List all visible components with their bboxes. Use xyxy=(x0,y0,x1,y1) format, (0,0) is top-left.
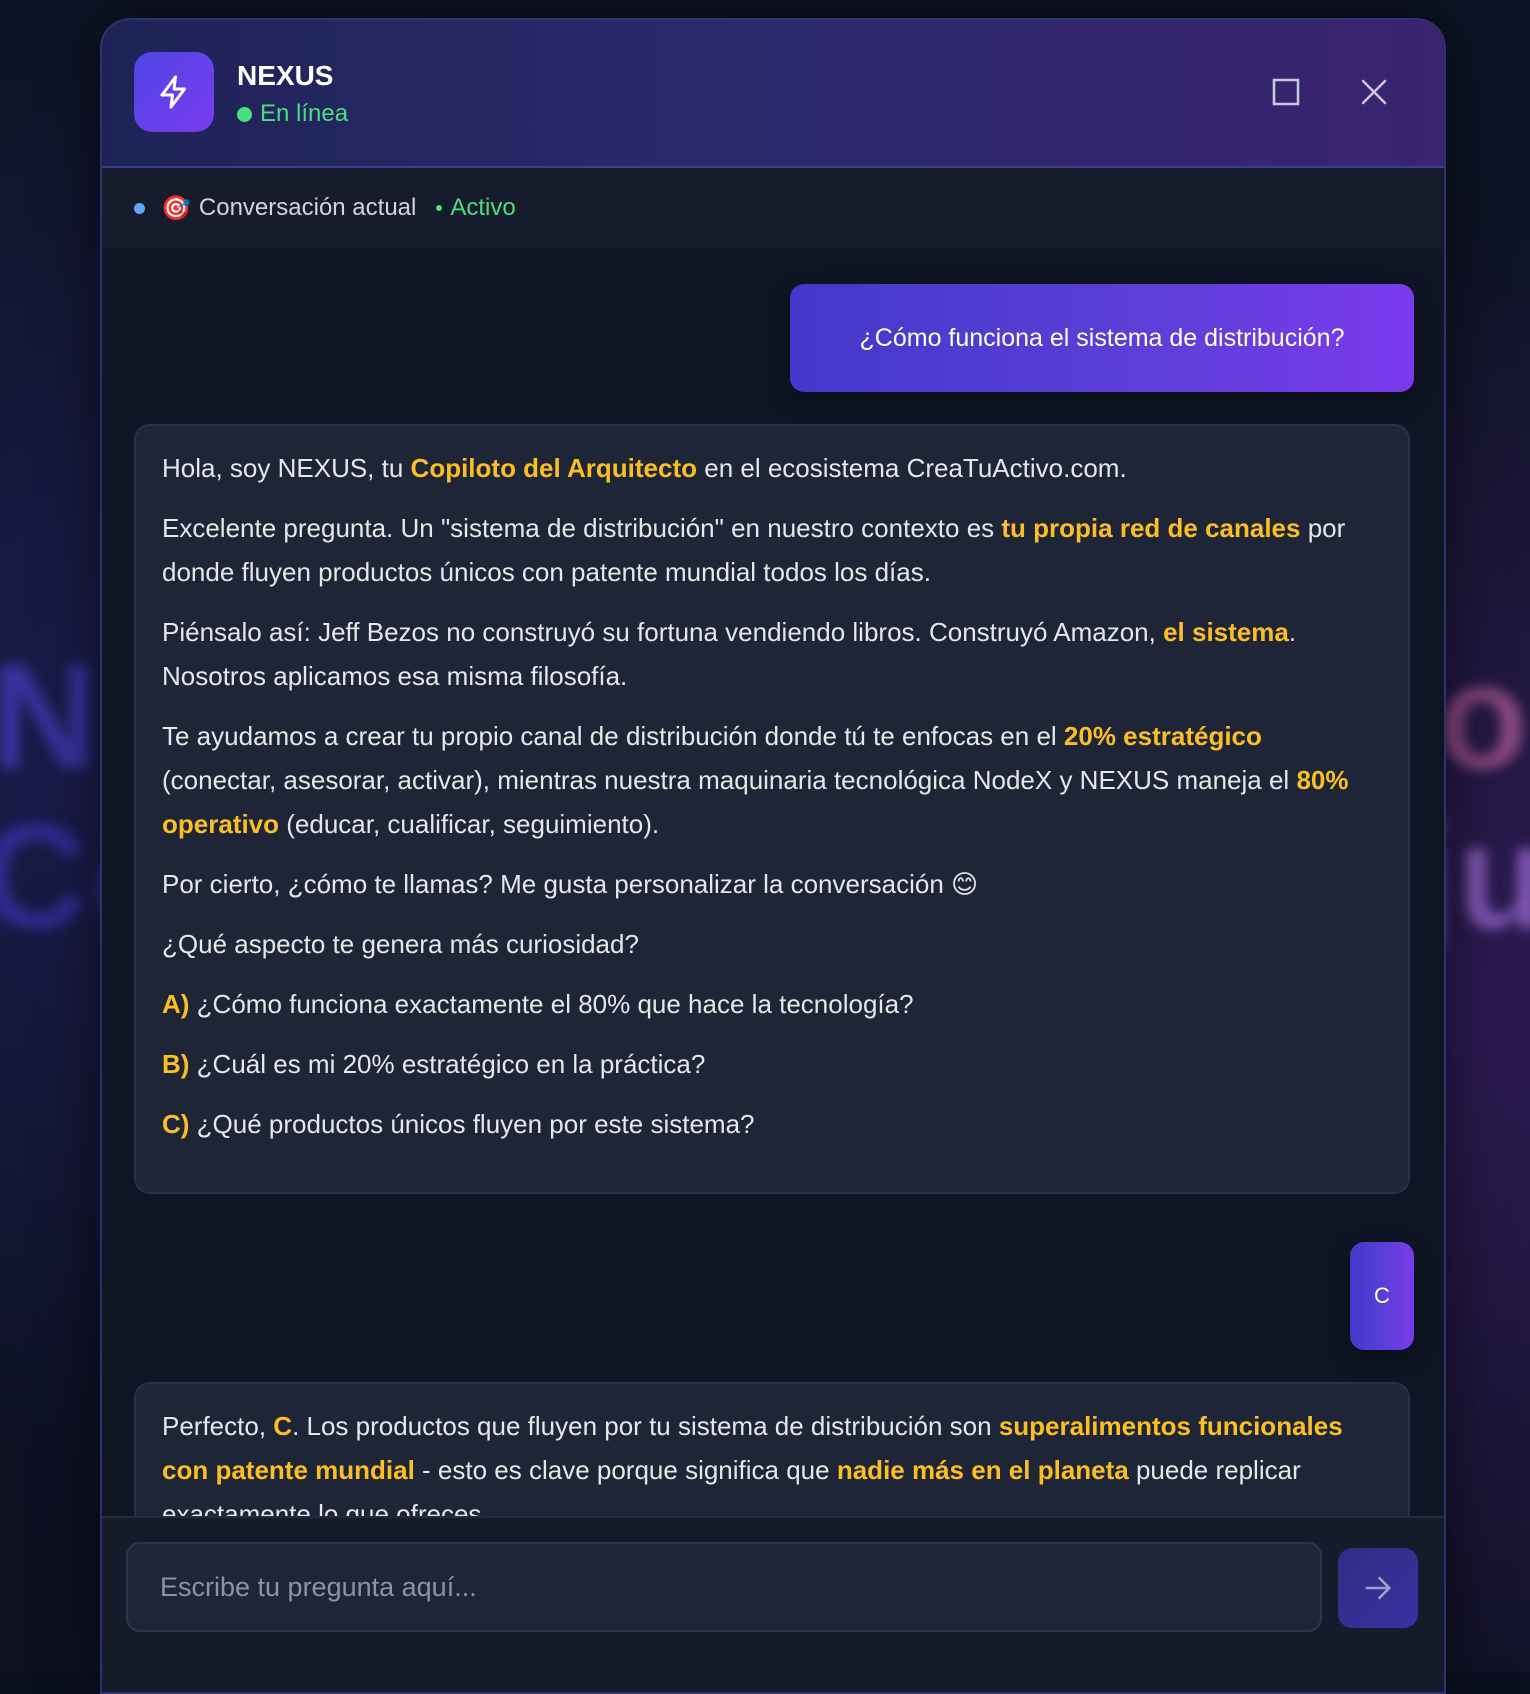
assistant-name: NEXUS xyxy=(237,60,333,92)
maximize-button[interactable] xyxy=(1264,70,1308,114)
chat-window: NEXUS En línea 🎯 Conversación actual Act… xyxy=(100,18,1446,1694)
conversation-bar: 🎯 Conversación actual Activo xyxy=(102,168,1444,250)
bolt-icon xyxy=(134,52,214,132)
close-button[interactable] xyxy=(1352,70,1396,114)
message-paragraph: ¿Qué aspecto te genera más curiosidad? xyxy=(162,922,1382,966)
assistant-message: Perfecto, C. Los productos que fluyen po… xyxy=(134,1382,1410,1534)
message-input[interactable] xyxy=(126,1542,1322,1632)
status-label: En línea xyxy=(260,100,348,128)
conversation-dot-icon xyxy=(134,203,145,214)
option-a[interactable]: A) ¿Cómo funciona exactamente el 80% que… xyxy=(162,982,1382,1026)
online-dot-icon xyxy=(237,107,252,122)
message-list[interactable]: ¿Cómo funciona el sistema de distribució… xyxy=(102,248,1444,1534)
conversation-label: Conversación actual xyxy=(199,194,416,222)
composer xyxy=(102,1516,1444,1694)
message-paragraph: Excelente pregunta. Un "sistema de distr… xyxy=(162,506,1382,594)
assistant-message: Hola, soy NEXUS, tu Copiloto del Arquite… xyxy=(134,424,1410,1194)
message-paragraph: Por cierto, ¿cómo te llamas? Me gusta pe… xyxy=(162,862,1382,906)
message-paragraph: Piénsalo así: Jeff Bezos no construyó su… xyxy=(162,610,1382,698)
arrow-right-icon xyxy=(1361,1571,1395,1605)
online-status: En línea xyxy=(237,100,348,128)
target-icon: 🎯 xyxy=(161,194,191,223)
active-dot-icon xyxy=(436,205,442,211)
user-message: ¿Cómo funciona el sistema de distribució… xyxy=(790,284,1414,392)
conversation-status: Activo xyxy=(436,194,515,222)
option-c[interactable]: C) ¿Qué productos únicos fluyen por este… xyxy=(162,1102,1382,1146)
user-message: C xyxy=(1350,1242,1414,1350)
maximize-icon xyxy=(1271,77,1301,107)
background-text: o xyxy=(1436,630,1530,803)
message-paragraph: Perfecto, C. Los productos que fluyen po… xyxy=(162,1404,1382,1534)
conversation-status-label: Activo xyxy=(450,194,515,222)
send-button[interactable] xyxy=(1338,1548,1418,1628)
chat-header: NEXUS En línea xyxy=(102,20,1444,168)
close-icon xyxy=(1359,77,1389,107)
message-paragraph: Te ayudamos a crear tu propio canal de d… xyxy=(162,714,1382,846)
message-paragraph: Hola, soy NEXUS, tu Copiloto del Arquite… xyxy=(162,446,1382,490)
option-b[interactable]: B) ¿Cuál es mi 20% estratégico en la prá… xyxy=(162,1042,1382,1086)
